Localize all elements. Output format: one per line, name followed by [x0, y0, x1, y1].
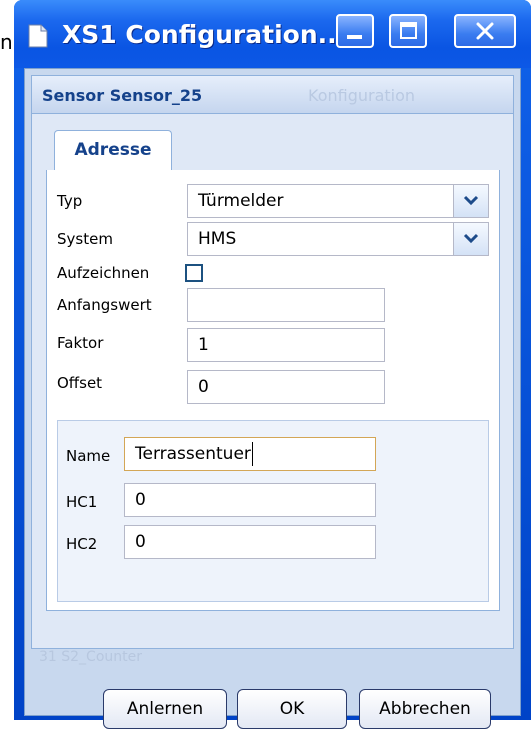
- name-label: Name: [66, 447, 111, 465]
- offset-input[interactable]: 0: [187, 370, 385, 404]
- typ-value: Türmelder: [198, 191, 284, 211]
- hc2-input[interactable]: 0: [124, 525, 376, 559]
- name-input[interactable]: Terrassentuer: [124, 437, 376, 471]
- system-label: System: [57, 230, 113, 248]
- hc1-label: HC1: [66, 493, 98, 511]
- name-value: Terrassentuer: [135, 444, 251, 464]
- faktor-input[interactable]: 1: [187, 328, 385, 362]
- typ-dropdown-button[interactable]: [453, 185, 488, 217]
- panel-header: Sensor Sensor_25 Konfiguration: [31, 75, 514, 114]
- system-dropdown-button[interactable]: [453, 223, 488, 255]
- close-icon: [476, 22, 494, 40]
- minimize-button[interactable]: [336, 14, 374, 48]
- ok-button[interactable]: OK: [237, 689, 347, 729]
- anfangswert-label: Anfangswert: [57, 296, 152, 314]
- address-fieldset: Name Terrassentuer HC1 0 HC2 0: [57, 420, 489, 602]
- tab-adresse[interactable]: Adresse: [54, 130, 172, 170]
- document-icon: [28, 24, 48, 48]
- panel-body: Adresse Typ Türmelder System HMS Aufzeic…: [31, 113, 514, 649]
- text-cursor: [251, 442, 253, 466]
- faktor-label: Faktor: [57, 334, 104, 352]
- anlernen-button[interactable]: Anlernen: [103, 689, 227, 729]
- ghost-tab-konfiguration: Konfiguration: [308, 86, 416, 105]
- hc2-label: HC2: [66, 535, 98, 553]
- aufzeichnen-label: Aufzeichnen: [57, 264, 150, 282]
- system-value: HMS: [198, 229, 237, 249]
- offset-label: Offset: [57, 374, 103, 392]
- typ-combobox[interactable]: Türmelder: [187, 184, 489, 218]
- anfangswert-input[interactable]: [187, 288, 385, 322]
- chevron-down-icon: [463, 195, 479, 206]
- maximize-button[interactable]: [389, 14, 427, 48]
- stray-text: n: [0, 30, 13, 54]
- system-combobox[interactable]: HMS: [187, 222, 489, 256]
- title-bar[interactable]: XS1 Configuration...: [14, 0, 531, 68]
- hc1-input[interactable]: 0: [124, 483, 376, 517]
- address-form: Typ Türmelder System HMS Aufzeichnen Anf…: [46, 170, 500, 611]
- close-button[interactable]: [454, 14, 516, 48]
- minimize-icon: [347, 35, 362, 39]
- panel-title: Sensor Sensor_25: [42, 86, 203, 105]
- background-list-row: 31 S2_Counter: [39, 649, 143, 665]
- configuration-window: XS1 Configuration... Sensor Sensor_25 Ko…: [14, 0, 531, 729]
- abbrechen-button[interactable]: Abbrechen: [359, 689, 491, 729]
- maximize-icon: [400, 22, 417, 39]
- aufzeichnen-checkbox[interactable]: [185, 264, 203, 282]
- window-client-area: Sensor Sensor_25 Konfiguration Adresse T…: [24, 68, 521, 729]
- window-title: XS1 Configuration...: [62, 20, 347, 49]
- chevron-down-icon: [463, 233, 479, 244]
- typ-label: Typ: [57, 192, 83, 210]
